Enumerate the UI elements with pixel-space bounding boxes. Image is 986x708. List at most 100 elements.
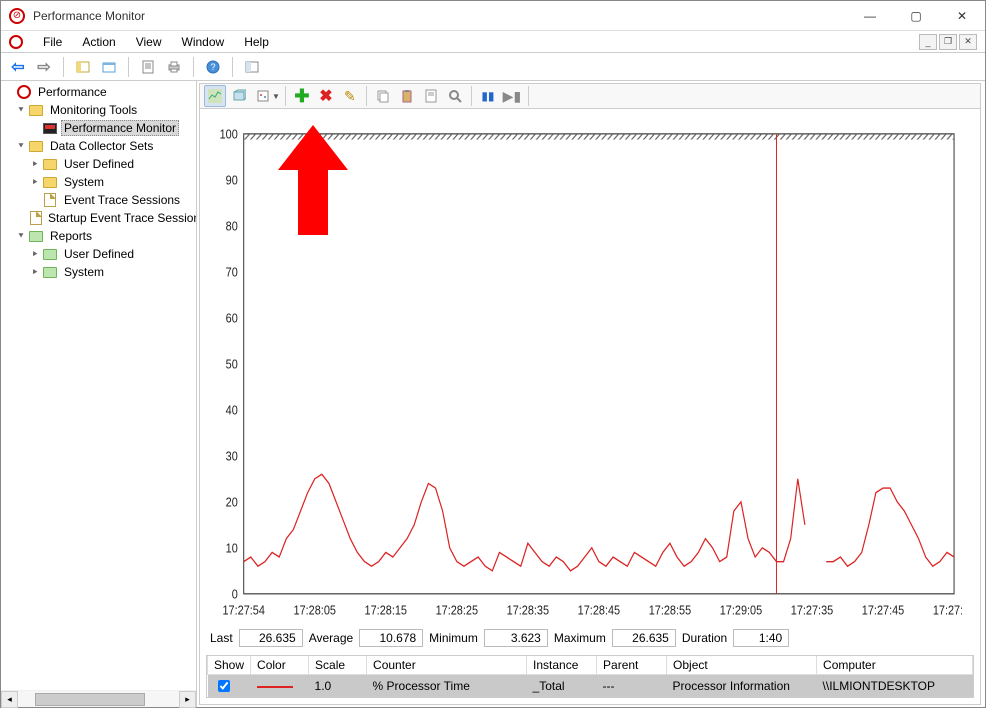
properties-counter-button[interactable] — [420, 85, 442, 107]
chart-toolbar: ▼ ✚ ✖ ✎ ▮▮ ▶▮ — [199, 83, 981, 109]
window-controls: — ▢ ✕ — [847, 1, 985, 30]
counter-row[interactable]: 1.0 % Processor Time _Total --- Processo… — [208, 675, 973, 698]
svg-text:40: 40 — [226, 404, 239, 418]
toolbar-separator — [63, 57, 64, 77]
toolbar-separator — [285, 86, 286, 106]
minimize-button[interactable]: — — [847, 1, 893, 30]
svg-text:17:27:35: 17:27:35 — [791, 604, 834, 618]
col-show[interactable]: Show — [208, 656, 251, 675]
counter-table[interactable]: Show Color Scale Counter Instance Parent… — [206, 655, 974, 698]
nav-back-button[interactable]: ⇦ — [7, 56, 29, 78]
tree-reports-user-defined[interactable]: ⯈ User Defined — [1, 245, 196, 263]
col-instance[interactable]: Instance — [527, 656, 597, 675]
show-checkbox[interactable] — [218, 680, 230, 692]
cell-color — [251, 675, 309, 698]
tree-performance-monitor[interactable]: Performance Monitor — [1, 119, 196, 137]
stat-max-label: Maximum — [554, 631, 606, 645]
tree-monitoring-tools[interactable]: ⯆ Monitoring Tools — [1, 101, 196, 119]
tree-dcs-system[interactable]: ⯈ System — [1, 173, 196, 191]
mdi-controls: _ ❐ ✕ — [919, 34, 981, 50]
highlight-button[interactable]: ✎ — [339, 85, 361, 107]
svg-text:17:27:45: 17:27:45 — [862, 604, 905, 618]
tree-pane: Performance ⯆ Monitoring Tools Performan… — [1, 81, 197, 707]
cell-object: Processor Information — [667, 675, 817, 698]
stat-last-label: Last — [210, 631, 233, 645]
color-swatch-icon — [257, 686, 293, 688]
nav-tree[interactable]: Performance ⯆ Monitoring Tools Performan… — [1, 81, 196, 690]
mdi-restore[interactable]: ❐ — [939, 34, 957, 50]
col-scale[interactable]: Scale — [309, 656, 367, 675]
close-button[interactable]: ✕ — [939, 1, 985, 30]
col-parent[interactable]: Parent — [597, 656, 667, 675]
svg-text:100: 100 — [220, 128, 239, 142]
stat-avg-label: Average — [309, 631, 353, 645]
tree-data-collector-sets[interactable]: ⯆ Data Collector Sets — [1, 137, 196, 155]
cell-computer: \\ILMIONTDESKTOP — [817, 675, 973, 698]
mdi-close[interactable]: ✕ — [959, 34, 977, 50]
stat-last-value: 26.635 — [239, 629, 303, 647]
svg-text:17:28:35: 17:28:35 — [507, 604, 550, 618]
nav-toolbar: ⇦ ⇨ ? — [1, 53, 985, 81]
options-button[interactable] — [241, 56, 263, 78]
svg-text:17:29:05: 17:29:05 — [720, 604, 763, 618]
properties-button[interactable] — [137, 56, 159, 78]
view-graph-button[interactable] — [204, 85, 226, 107]
svg-text:?: ? — [210, 62, 215, 72]
col-computer[interactable]: Computer — [817, 656, 973, 675]
help-button[interactable]: ? — [202, 56, 224, 78]
svg-text:20: 20 — [226, 496, 239, 510]
tree-dcs-startup-event[interactable]: Startup Event Trace Sessions — [1, 209, 196, 227]
col-object[interactable]: Object — [667, 656, 817, 675]
svg-text:0: 0 — [232, 588, 238, 602]
view-report-button[interactable] — [252, 85, 274, 107]
menu-help[interactable]: Help — [234, 33, 279, 51]
stat-dur-label: Duration — [682, 631, 727, 645]
zoom-button[interactable] — [444, 85, 466, 107]
svg-text:50: 50 — [226, 358, 239, 372]
new-window-button[interactable] — [98, 56, 120, 78]
tree-dcs-user-defined[interactable]: ⯈ User Defined — [1, 155, 196, 173]
stat-min-label: Minimum — [429, 631, 478, 645]
app-menu-icon[interactable] — [5, 33, 33, 51]
stat-min-value: 3.623 — [484, 629, 548, 647]
col-color[interactable]: Color — [251, 656, 309, 675]
paste-button[interactable] — [396, 85, 418, 107]
chart-canvas[interactable]: 010203040506070809010017:27:5417:28:0517… — [200, 109, 980, 623]
menu-action[interactable]: Action — [72, 33, 125, 51]
svg-text:17:27:54: 17:27:54 — [222, 604, 265, 618]
menu-window[interactable]: Window — [172, 33, 235, 51]
toolbar-separator — [366, 86, 367, 106]
toolbar-separator — [128, 57, 129, 77]
tree-horizontal-scrollbar[interactable]: ◂▸ — [1, 690, 196, 707]
svg-text:10: 10 — [226, 542, 239, 556]
svg-text:60: 60 — [226, 312, 239, 326]
tree-root-performance[interactable]: Performance — [1, 83, 196, 101]
delete-counter-button[interactable]: ✖ — [315, 85, 337, 107]
toolbar-separator — [193, 57, 194, 77]
tree-reports-system[interactable]: ⯈ System — [1, 263, 196, 281]
mdi-minimize[interactable]: _ — [919, 34, 937, 50]
svg-text:17:28:55: 17:28:55 — [649, 604, 692, 618]
update-data-button[interactable]: ▶▮ — [501, 85, 523, 107]
copy-button[interactable] — [372, 85, 394, 107]
freeze-display-button[interactable]: ▮▮ — [477, 85, 499, 107]
titlebar: Performance Monitor — ▢ ✕ — [1, 1, 985, 31]
cell-scale: 1.0 — [309, 675, 367, 698]
add-counter-button[interactable]: ✚ — [291, 85, 313, 107]
menu-view[interactable]: View — [126, 33, 172, 51]
tree-reports[interactable]: ⯆ Reports — [1, 227, 196, 245]
main-split: Performance ⯆ Monitoring Tools Performan… — [1, 81, 985, 707]
view-histogram-button[interactable] — [228, 85, 250, 107]
window-title: Performance Monitor — [33, 9, 847, 23]
tree-dcs-event-trace[interactable]: Event Trace Sessions — [1, 191, 196, 209]
chart-area: 010203040506070809010017:27:5417:28:0517… — [199, 109, 981, 705]
maximize-button[interactable]: ▢ — [893, 1, 939, 30]
app-icon — [9, 8, 25, 24]
stat-avg-value: 10.678 — [359, 629, 423, 647]
show-hide-tree-button[interactable] — [72, 56, 94, 78]
nav-forward-button[interactable]: ⇨ — [33, 56, 55, 78]
menu-file[interactable]: File — [33, 33, 72, 51]
stat-max-value: 26.635 — [612, 629, 676, 647]
col-counter[interactable]: Counter — [367, 656, 527, 675]
print-button[interactable] — [163, 56, 185, 78]
